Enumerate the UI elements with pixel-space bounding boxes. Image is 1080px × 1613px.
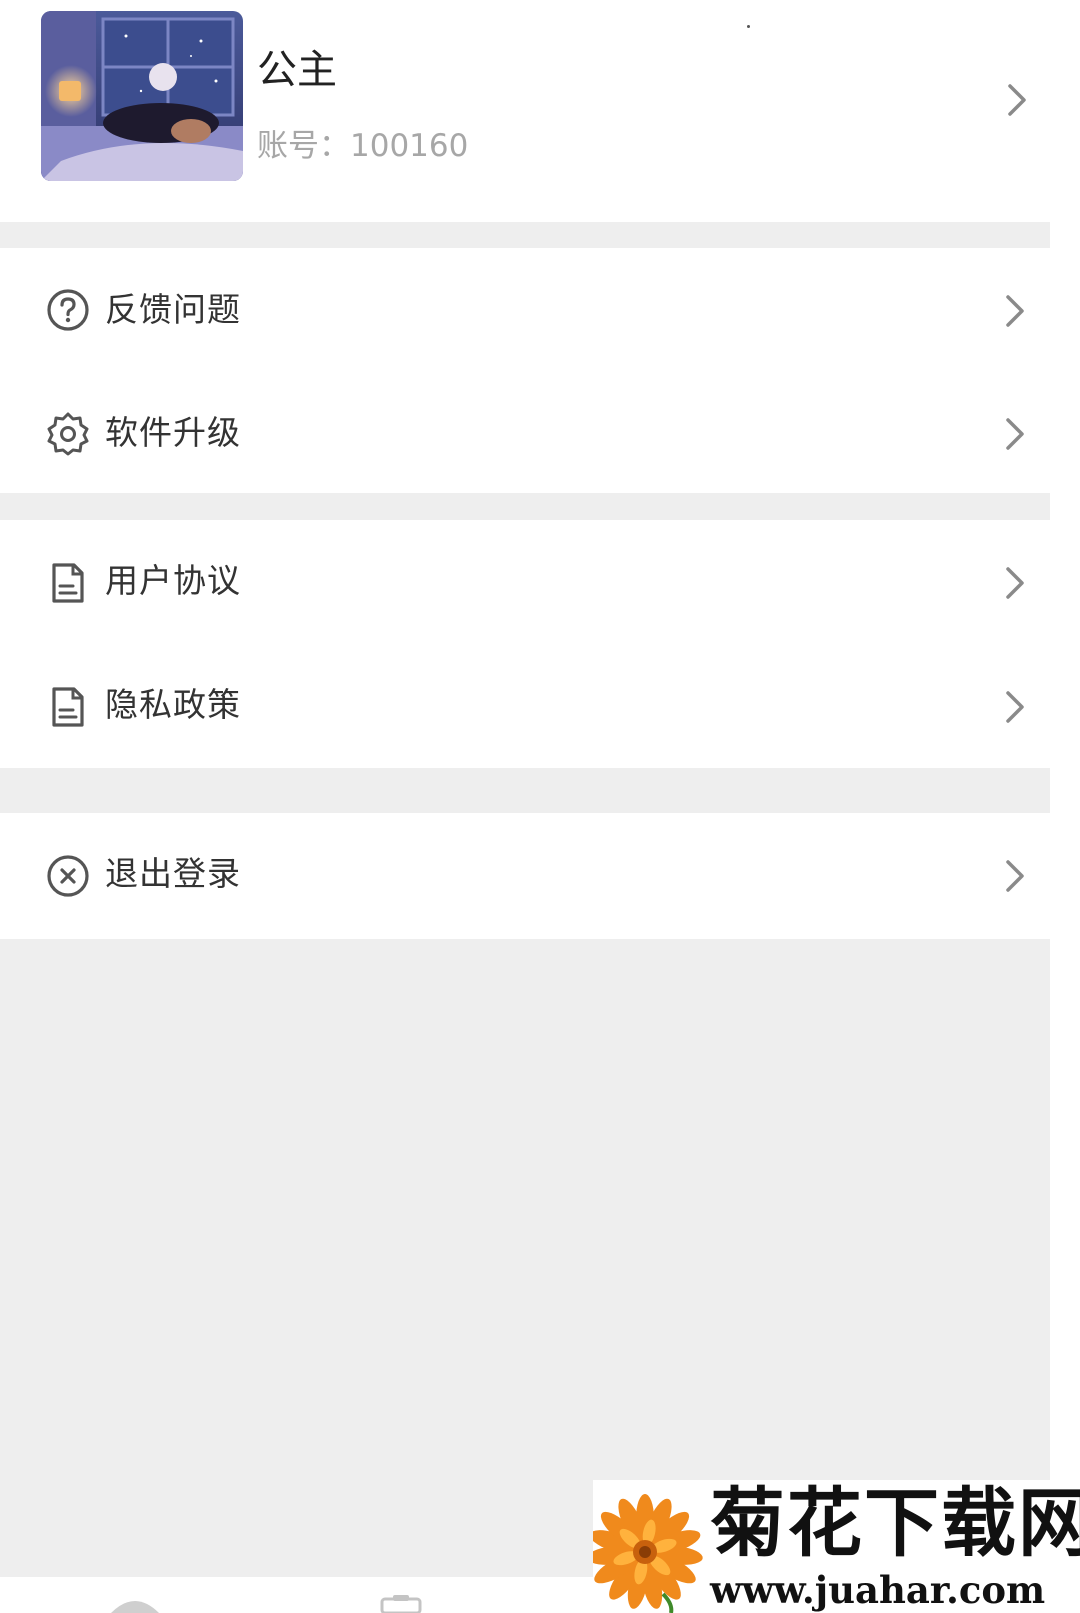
menu-group-account: 退出登录 xyxy=(0,813,1050,939)
flower-logo-icon xyxy=(593,1494,703,1613)
watermark: 菊花下载网 www.juahar.com xyxy=(593,1479,1080,1613)
watermark-url: www.juahar.com xyxy=(710,1568,1046,1612)
menu-item-label: 软件升级 xyxy=(105,413,241,452)
avatar[interactable] xyxy=(41,11,243,181)
chevron-right-icon xyxy=(1006,567,1024,599)
chevron-right-icon xyxy=(1006,418,1024,450)
menu-item-label: 隐私政策 xyxy=(105,685,241,724)
chevron-right-icon xyxy=(1006,691,1024,723)
gear-icon xyxy=(47,412,89,456)
avatar-image xyxy=(41,11,243,181)
profile-card[interactable]: 公主 账号：100160 xyxy=(0,0,1050,222)
right-edge xyxy=(1050,0,1080,1613)
menu-item-feedback[interactable]: 反馈问题 xyxy=(0,248,1050,374)
chevron-right-icon xyxy=(1008,84,1026,116)
document-icon xyxy=(52,563,84,603)
document-icon xyxy=(52,687,84,727)
menu-item-label: 反馈问题 xyxy=(105,290,241,329)
account-number: 账号：100160 xyxy=(257,128,469,164)
home-tab-icon[interactable] xyxy=(108,1595,162,1613)
menu-item-label: 退出登录 xyxy=(105,854,241,893)
menu-item-logout[interactable]: 退出登录 xyxy=(0,813,1050,939)
menu-group-legal: 用户协议 隐私政策 xyxy=(0,520,1050,768)
chevron-right-icon xyxy=(1006,295,1024,327)
chevron-right-icon xyxy=(1006,860,1024,892)
menu-item-privacy-policy[interactable]: 隐私政策 xyxy=(0,644,1050,770)
question-circle-icon xyxy=(47,289,89,331)
menu-item-upgrade[interactable]: 软件升级 xyxy=(0,372,1050,498)
profile-name: 公主 xyxy=(257,47,337,93)
watermark-title: 菊花下载网 xyxy=(710,1479,1080,1567)
dot xyxy=(747,25,750,28)
close-circle-icon xyxy=(47,855,89,897)
menu-group-support: 反馈问题 软件升级 xyxy=(0,248,1050,493)
settings-page: 公主 账号：100160 反馈问题 软件升级 用户协议 隐私政策 退出登录 xyxy=(0,0,1050,1613)
menu-item-user-agreement[interactable]: 用户协议 xyxy=(0,520,1050,646)
menu-item-label: 用户协议 xyxy=(105,561,241,600)
tab-icon[interactable] xyxy=(378,1595,424,1613)
